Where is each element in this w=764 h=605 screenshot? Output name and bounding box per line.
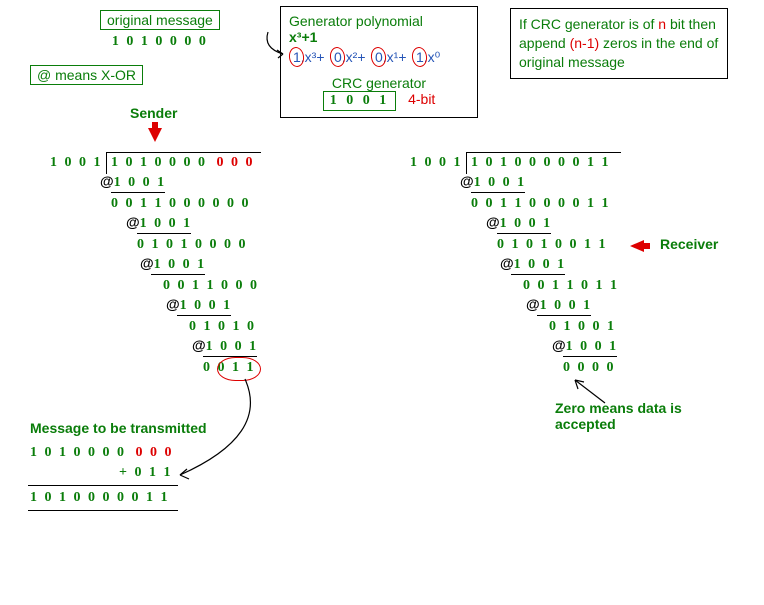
s-step3: @1 0 0 1 — [140, 255, 206, 273]
r-line2: 0 0 1 1 0 0 0 0 1 1 — [471, 196, 611, 212]
sender-dividend-pad: 0 0 0 — [217, 155, 255, 170]
append-rule-box: If CRC generator is of n bit then append… — [510, 8, 728, 79]
original-message-block: original message 1 0 1 0 0 0 0 — [100, 10, 220, 50]
tx-line1: 1 0 1 0 0 0 0 0 0 0 — [30, 445, 174, 461]
s-step1: @1 0 0 1 — [100, 173, 166, 191]
r-step4: @1 0 0 1 — [526, 296, 592, 314]
zero-note: Zero means data is accepted — [555, 400, 715, 432]
term-0: .x³+ — [301, 49, 325, 65]
r-step3: @1 0 0 1 — [500, 255, 566, 273]
r-xor5: 1 0 0 1 — [566, 339, 619, 354]
r-xor1: 1 0 0 1 — [474, 175, 527, 190]
s-step5: @1 0 0 1 — [192, 337, 258, 355]
original-message-label: original message — [100, 10, 220, 30]
tx-line1-pad: 0 0 0 — [136, 445, 174, 460]
generator-box: Generator polynomial x³+1 1.x³+ 0.x²+ 0.… — [280, 6, 478, 118]
r-step1: @1 0 0 1 — [460, 173, 526, 191]
rule-pre: If CRC generator is of — [519, 16, 658, 32]
r-xor3: 1 0 0 1 — [514, 257, 567, 272]
r-line4: 0 0 1 1 0 1 1 — [523, 278, 619, 294]
term-2: .x¹+ — [383, 49, 407, 65]
s-step2: @1 0 0 1 — [126, 214, 192, 232]
xor-legend: @ means X-OR — [30, 65, 143, 85]
sender-dividend: 1 0 1 0 0 0 0 0 0 0 — [111, 155, 255, 171]
generator-expanded: 1.x³+ 0.x²+ 0.x¹+ 1.x⁰ — [289, 49, 469, 69]
term-1: .x²+ — [342, 49, 366, 65]
s-xor5: 1 0 0 1 — [206, 339, 259, 354]
tx-line2: + 0 1 1 — [119, 465, 172, 481]
tx-line1-main: 1 0 1 0 0 0 0 — [30, 445, 126, 460]
crc-gen-label: CRC generator — [289, 75, 469, 91]
s-xor1: 1 0 0 1 — [114, 175, 167, 190]
r-line3: 0 1 0 1 0 0 1 1 — [497, 237, 608, 253]
r-remainder: 0 0 0 0 — [563, 360, 616, 376]
r-xor4: 1 0 0 1 — [540, 298, 593, 313]
s-xor4: 1 0 0 1 — [180, 298, 233, 313]
s-line4: 0 0 1 1 0 0 0 — [163, 278, 259, 294]
crc-gen-bits: 1 0 0 1 — [323, 91, 397, 111]
r-step2: @1 0 0 1 — [486, 214, 552, 232]
r-line5: 0 1 0 0 1 — [549, 319, 616, 335]
r-xor2: 1 0 0 1 — [500, 216, 553, 231]
crc-gen-bitcount: 4-bit — [408, 91, 435, 107]
tx-label: Message to be transmitted — [30, 420, 207, 436]
s-line5: 0 1 0 1 0 — [189, 319, 256, 335]
original-message-bits: 1 0 1 0 0 0 0 — [100, 34, 220, 50]
tx-result: 1 0 1 0 0 0 0 0 1 1 — [30, 490, 170, 506]
r-step5: @1 0 0 1 — [552, 337, 618, 355]
sender-dividend-main: 1 0 1 0 0 0 0 — [111, 155, 207, 170]
rule-n1: (n-1) — [570, 35, 600, 51]
s-line2: 0 0 1 1 0 0 0 0 0 0 — [111, 196, 251, 212]
generator-poly-label: Generator polynomial — [289, 13, 469, 29]
generator-poly-expr: x³+1 — [289, 29, 469, 45]
s-line3: 0 1 0 1 0 0 0 0 — [137, 237, 248, 253]
s-step4: @1 0 0 1 — [166, 296, 232, 314]
arrow-left-icon — [630, 240, 644, 252]
s-xor2: 1 0 0 1 — [140, 216, 193, 231]
receiver-divisor: 1 0 0 1 — [410, 155, 463, 171]
receiver-dividend: 1 0 1 0 0 0 0 0 1 1 — [471, 155, 611, 171]
rule-n: n — [658, 16, 666, 32]
sender-label: Sender — [130, 105, 177, 121]
sender-divisor: 1 0 0 1 — [50, 155, 103, 171]
arrow-down-icon — [148, 128, 162, 142]
s-xor3: 1 0 0 1 — [154, 257, 207, 272]
receiver-label: Receiver — [660, 236, 718, 252]
remainder-circle-icon — [217, 357, 261, 381]
